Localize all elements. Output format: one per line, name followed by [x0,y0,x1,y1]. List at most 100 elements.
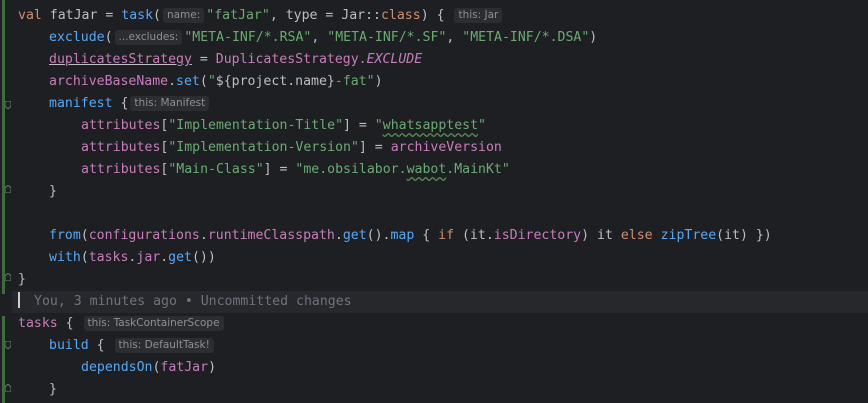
function-name: set [176,74,200,89]
fold-marker-icon[interactable] [5,185,11,193]
closing-brace: } [49,184,57,199]
vcs-change-marker[interactable] [2,0,5,294]
receiver-hint: this: Jar [454,8,503,23]
code-line[interactable]: } [18,269,26,291]
parameter-hint: name: [162,8,205,23]
function-name: manifest [49,96,113,111]
string-literal: "META-INF/*.RSA" [184,30,312,45]
fold-marker-icon[interactable] [5,101,11,109]
punctuation: { [414,228,439,243]
function-name: dependsOn [81,360,153,375]
identifier: it [724,228,740,243]
code-line[interactable]: } [49,181,57,203]
punctuation: ) [208,360,217,375]
string-literal: .MainKt" [446,162,510,177]
property: runtimeClasspath [207,228,335,243]
punctuation: , [311,30,328,45]
receiver-hint: this: DefaultTask! [114,338,214,353]
inline-blame-annotation[interactable]: You, 3 minutes ago • Uncommitted changes [34,294,352,309]
parameter-hint: ...excludes: [114,30,183,45]
class-name: DuplicatesStrategy. [215,52,367,67]
string-literal: " [374,118,383,133]
keyword: val [18,8,42,23]
punctuation: { [112,96,129,111]
property: attributes [81,162,161,177]
string-literal: "fatJar" [206,8,270,23]
code-line[interactable]: attributes["Main-Class"] = "me.obsilabor… [81,159,510,181]
punctuation: ) [589,30,598,45]
identifier: fatJar [49,8,98,23]
string-literal-typo: whatsapptest [382,118,479,133]
punctuation: ) }) [739,228,772,243]
punctuation: . [168,74,177,89]
current-line[interactable]: You, 3 minutes ago • Uncommitted changes [12,291,868,313]
property: fatJar [160,360,209,375]
punctuation: ( [454,228,470,243]
function-name: get [342,228,367,243]
code-line[interactable]: with(tasks.jar.get()) [49,247,216,269]
punctuation: ( [199,74,208,89]
code-line[interactable]: exclude(...excludes: "META-INF/*.RSA", "M… [49,27,597,49]
keyword: if [438,228,455,243]
punctuation: ) [374,74,383,89]
string-literal: "META-INF/*.SF" [327,30,447,45]
string-literal: " [207,74,216,89]
punctuation: (). [366,228,391,243]
operator: ] = [263,162,296,177]
function-name: with [49,250,81,265]
code-line[interactable]: build { this: DefaultTask! [49,335,216,357]
fold-marker-icon[interactable] [5,341,11,349]
code-line[interactable]: manifest {this: Manifest [49,93,211,115]
function-name: get [168,250,192,265]
code-line[interactable]: dependsOn(fatJar) [81,357,216,379]
operator: = [97,8,122,23]
punctuation: , [446,30,463,45]
property: tasks [18,316,58,331]
property: isDirectory [493,228,582,243]
code-line[interactable]: attributes["Implementation-Version"] = a… [81,137,502,159]
string-literal: "Implementation-Title" [168,118,344,133]
receiver-hint: this: TaskContainerScope [83,316,224,331]
text-caret [18,292,20,308]
function-name: from [49,228,81,243]
property: archiveBaseName [49,74,169,89]
identifier: it [597,228,613,243]
keyword: else [620,228,653,243]
string-literal: -fat" [334,74,375,89]
fold-marker-icon[interactable] [5,273,11,281]
code-text: , type = Jar:: [269,8,381,23]
code-line[interactable]: from(configurations.runtimeClasspath.get… [49,225,772,247]
code-line[interactable]: attributes["Implementation-Title"] = "wh… [81,115,486,137]
keyword: class [380,8,421,23]
code-editor[interactable]: val fatJar = task(name: "fatJar", type = … [0,0,868,403]
code-line[interactable]: duplicatesStrategy = DuplicatesStrategy.… [49,49,422,71]
string-literal-typo: wabot [406,162,447,177]
function-name: map [390,228,415,243]
string-literal: "META-INF/*.DSA" [462,30,590,45]
punctuation: { [57,316,74,331]
punctuation: . [199,228,208,243]
punctuation: . [334,228,343,243]
property: duplicatesStrategy [49,52,192,67]
string-literal: "Implementation-Version" [168,140,359,155]
punctuation: ( [80,228,89,243]
punctuation: ( [716,228,725,243]
fold-marker-icon[interactable] [5,384,11,392]
property: attributes [81,118,161,133]
property: configurations [88,228,200,243]
function-name: build [49,338,89,353]
punctuation: ( [104,30,113,45]
punctuation: { [88,338,105,353]
code-line[interactable]: tasks { this: TaskContainerScope [18,313,226,335]
operator: = [191,52,216,67]
property: jar [136,250,161,265]
operator: ] = [358,140,391,155]
closing-brace: } [49,382,57,397]
code-line[interactable]: } [49,379,57,401]
punctuation: ( [80,250,89,265]
property: attributes [81,140,161,155]
code-line[interactable]: archiveBaseName.set("${project.name}-fat… [49,71,383,93]
code-line[interactable]: val fatJar = task(name: "fatJar", type = … [18,5,504,27]
